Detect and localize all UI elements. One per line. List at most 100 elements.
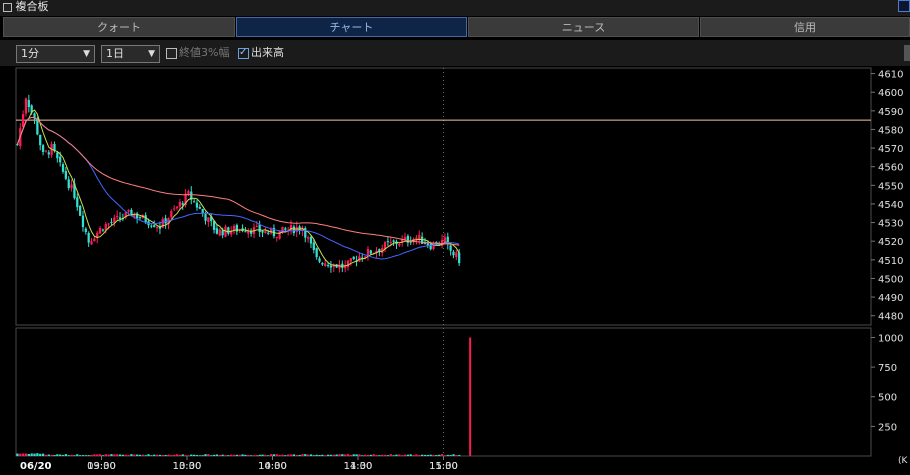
- candle-up: [418, 234, 421, 240]
- volume-bar: [389, 454, 392, 456]
- volume-bar: [341, 454, 344, 456]
- volume-bar: [375, 455, 378, 456]
- candle-up: [389, 242, 392, 244]
- candle-down: [369, 250, 372, 254]
- volume-bar: [352, 454, 355, 456]
- candle-down: [84, 228, 87, 232]
- candle-down: [352, 256, 355, 260]
- candle-down: [153, 225, 156, 228]
- tab-chart[interactable]: チャート: [236, 17, 467, 37]
- price-tick-label: 4490: [878, 293, 903, 304]
- candle-down: [59, 156, 62, 163]
- volume-bar: [161, 455, 164, 456]
- volume-bar: [181, 454, 184, 456]
- volume-bar: [383, 454, 387, 456]
- candle-down: [458, 252, 461, 264]
- volume-bar: [324, 455, 327, 456]
- closing-volume-spike: [469, 337, 472, 456]
- volume-bar: [292, 454, 296, 456]
- tab-news[interactable]: ニュース: [468, 17, 699, 37]
- volume-bar: [264, 454, 267, 456]
- candle-down: [138, 217, 142, 219]
- candle-down: [39, 134, 42, 146]
- volume-bar: [210, 455, 213, 456]
- volume-bar: [395, 454, 398, 456]
- window-title: 複合板: [3, 0, 49, 14]
- volume-bar: [452, 454, 455, 456]
- volume-bar: [267, 455, 270, 456]
- volume-bar: [130, 454, 133, 456]
- window-checkbox[interactable]: [3, 2, 12, 12]
- volume-bar: [289, 454, 293, 456]
- candle-down: [244, 231, 247, 233]
- candle-down: [312, 242, 315, 250]
- volume-bar: [195, 455, 199, 456]
- period-select[interactable]: 1日 ▼: [101, 45, 160, 63]
- candle-up: [93, 238, 96, 242]
- candle-down: [67, 179, 70, 189]
- candle-up: [306, 237, 310, 239]
- checkbox-checked-icon: [238, 46, 249, 60]
- interval-select[interactable]: 1分 ▼: [16, 45, 95, 63]
- volume-bar: [369, 454, 372, 456]
- volume-bar: [372, 454, 375, 456]
- volume-bar: [67, 455, 70, 456]
- volume-bar: [147, 454, 150, 456]
- candle-up: [398, 243, 401, 246]
- tab-margin[interactable]: 信用: [700, 17, 910, 37]
- volume-bar: [287, 454, 290, 456]
- volume-bar: [449, 455, 452, 456]
- price-tick-label: 4600: [878, 88, 903, 99]
- volume-bar: [301, 454, 304, 456]
- check-3pct-label: 終値3%幅: [179, 46, 230, 59]
- check-volume[interactable]: 出来高: [238, 46, 284, 60]
- volume-bar: [458, 455, 461, 456]
- volume-bar: [164, 454, 167, 456]
- candle-up: [443, 237, 447, 242]
- volume-bar: [344, 454, 347, 456]
- check-3pct[interactable]: 終値3%幅: [166, 46, 229, 60]
- candle-up: [127, 209, 130, 212]
- stock-chart[interactable]: 4610 4600 4590 4580 4570 4560 4550 4540 4530 4520…: [0, 66, 910, 475]
- volume-bar: [275, 454, 278, 456]
- volume-bar: [187, 455, 190, 456]
- volume-bar: [435, 455, 438, 456]
- candle-down: [110, 221, 113, 223]
- volume-bar: [184, 455, 187, 456]
- volume-bar: [141, 454, 144, 456]
- volume-bar: [76, 454, 79, 456]
- volume-bar: [41, 453, 45, 456]
- candle-down: [47, 152, 50, 155]
- candle-down: [64, 171, 68, 179]
- time-tick-label: 15:00: [429, 461, 458, 472]
- gear-icon[interactable]: [904, 45, 910, 61]
- volume-bar: [116, 454, 119, 456]
- price-tick-label: 4560: [878, 163, 903, 174]
- volume-bar: [295, 455, 298, 456]
- volume-bar: [118, 454, 122, 456]
- tab-quote[interactable]: クォート: [3, 17, 235, 37]
- volume-bar: [124, 454, 127, 456]
- volume-bar: [415, 454, 418, 456]
- candle-up: [275, 236, 278, 238]
- volume-bar: [412, 455, 415, 456]
- candle-up: [170, 210, 173, 218]
- volume-bar: [221, 454, 224, 456]
- candle-down: [76, 197, 79, 208]
- volume-bar: [167, 454, 170, 456]
- price-tick-label: 4510: [878, 256, 903, 267]
- candle-up: [116, 215, 119, 218]
- window-corner-icon[interactable]: [898, 0, 910, 12]
- volume-bar: [212, 454, 216, 456]
- volume-bar: [304, 454, 307, 456]
- volume-bar: [355, 454, 358, 456]
- volume-bar: [420, 454, 424, 456]
- candle-down: [315, 248, 318, 258]
- volume-bar: [358, 454, 361, 456]
- candle-down: [326, 265, 330, 267]
- volume-bar: [53, 455, 56, 456]
- volume-bar: [47, 454, 50, 456]
- candle-down: [41, 145, 45, 152]
- candle-up: [324, 263, 327, 266]
- volume-bar: [258, 454, 261, 456]
